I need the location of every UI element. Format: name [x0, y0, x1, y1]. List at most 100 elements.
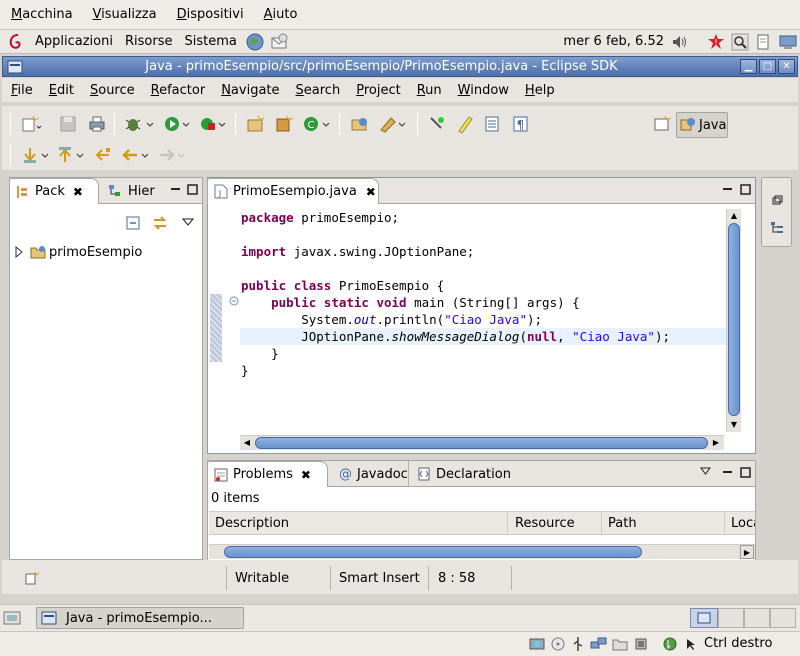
close-editor-tab-icon[interactable]: ✖ [366, 185, 376, 199]
next-annotation-icon[interactable] [20, 145, 52, 165]
debian-logo-icon[interactable] [8, 33, 26, 51]
minimize-problems-icon[interactable] [722, 467, 733, 478]
code-line[interactable] [241, 260, 670, 277]
code-line[interactable]: import javax.swing.JOptionPane; [241, 243, 670, 260]
scroll-left-icon[interactable]: ◀ [240, 436, 254, 450]
shared-folders-icon[interactable] [612, 636, 628, 652]
vertical-scroll-thumb[interactable] [728, 223, 740, 416]
forward-icon[interactable] [156, 145, 188, 165]
status-insert-mode[interactable]: Smart Insert [330, 566, 428, 590]
update-notifier-icon[interactable]: ! [707, 33, 725, 51]
minimize-button[interactable]: ▁ [740, 59, 757, 74]
show-desktop-icon[interactable] [3, 609, 21, 627]
editor-vertical-scrollbar[interactable]: ▲ ▼ [726, 209, 741, 432]
run-icon[interactable] [161, 114, 193, 134]
column-description[interactable]: Description [215, 516, 505, 531]
minimize-view-icon[interactable] [170, 184, 181, 195]
menu-run[interactable]: Run [409, 83, 450, 98]
back-icon[interactable] [120, 145, 152, 165]
tab-declaration[interactable]: Declaration [411, 461, 511, 487]
menu-project[interactable]: Project [348, 83, 409, 98]
network-adapter-icon[interactable] [590, 636, 608, 652]
panel-menu-sistema[interactable]: Sistema [178, 34, 242, 49]
code-line[interactable]: JOptionPane.showMessageDialog(null, "Cia… [241, 328, 670, 345]
tree-expand-icon[interactable] [14, 246, 24, 258]
external-tools-icon[interactable] [197, 114, 229, 134]
window-titlebar[interactable]: Java - primoEsempio/src/primoEsempio/Pri… [2, 56, 798, 77]
network-icon[interactable] [779, 33, 797, 51]
clipboard-icon[interactable] [755, 33, 773, 51]
show-whitespace-icon[interactable]: ¶ [510, 114, 532, 134]
panel-clock[interactable]: mer 6 feb, 6.52 [557, 34, 668, 49]
code-area[interactable]: package primoEsempio; import javax.swing.… [209, 209, 740, 432]
tree-item-project[interactable]: primoEsempio [14, 244, 142, 260]
column-location[interactable]: Loca [731, 516, 755, 531]
problems-scroll-right-icon[interactable]: ▶ [740, 545, 754, 559]
code-line[interactable]: public class PrimoEsempio { [241, 277, 670, 294]
workspace-1[interactable] [690, 608, 718, 628]
menu-edit[interactable]: Edit [41, 83, 82, 98]
scroll-up-icon[interactable]: ▲ [728, 209, 740, 222]
taskbar-window-button[interactable]: Java - primoEsempio... [36, 607, 244, 629]
tab-hierarchy[interactable]: Hier [102, 178, 162, 204]
tab-editor-file[interactable]: J PrimoEsempio.java ✖ [207, 178, 379, 204]
debug-icon[interactable] [123, 114, 155, 134]
last-edit-location-icon[interactable] [92, 145, 114, 165]
editor-horizontal-scrollbar[interactable]: ◀ ▶ [240, 435, 724, 450]
tab-problems[interactable]: Problems ✖ [207, 461, 328, 487]
minimize-editor-icon[interactable] [722, 184, 733, 195]
open-perspective-icon[interactable] [651, 114, 673, 134]
problems-scroll-thumb[interactable] [224, 546, 642, 558]
vbox-menu-aiuto[interactable]: Aiuto [253, 7, 307, 22]
hard-disk-icon[interactable] [528, 636, 546, 652]
close-problems-tab-icon[interactable]: ✖ [301, 468, 311, 482]
tab-package-explorer[interactable]: Pack ✖ [9, 178, 99, 204]
web-browser-icon[interactable] [246, 33, 264, 51]
volume-icon[interactable] [671, 33, 689, 51]
cd-drive-icon[interactable] [550, 636, 566, 652]
search-icon[interactable] [731, 33, 749, 51]
menu-file[interactable]: File [2, 83, 41, 98]
problems-view-menu-icon[interactable] [700, 466, 711, 477]
workspace-4[interactable] [770, 608, 796, 628]
menu-refactor[interactable]: Refactor [143, 83, 214, 98]
menu-navigate[interactable]: Navigate [213, 83, 287, 98]
column-resource[interactable]: Resource [515, 516, 600, 531]
print-icon[interactable] [86, 114, 108, 134]
panel-menu-applicazioni[interactable]: Applicazioni [29, 34, 119, 49]
usb-icon[interactable] [570, 636, 586, 652]
code-line[interactable]: System.out.println("Ciao Java"); [241, 311, 670, 328]
outline-icon[interactable] [769, 220, 785, 236]
toggle-bookmark-icon[interactable] [426, 114, 448, 134]
collapse-all-icon[interactable] [126, 216, 140, 230]
maximize-editor-icon[interactable] [740, 184, 751, 195]
restore-view-icon[interactable] [771, 194, 783, 206]
maximize-button[interactable]: □ [759, 59, 776, 74]
close-tab-icon[interactable]: ✖ [73, 185, 83, 199]
search-tool-icon[interactable] [377, 114, 409, 134]
scroll-right-icon[interactable]: ▶ [709, 436, 723, 450]
menu-source[interactable]: Source [82, 83, 143, 98]
code-line[interactable]: package primoEsempio; [241, 209, 670, 226]
host-key-arrow-icon[interactable] [684, 636, 700, 652]
fast-view-icon[interactable] [24, 570, 40, 586]
new-wizard-icon[interactable] [20, 114, 42, 134]
menu-help[interactable]: Help [517, 83, 563, 98]
code-line[interactable] [241, 226, 670, 243]
virtualization-icon[interactable] [633, 636, 649, 652]
vbox-menu-visualizza[interactable]: Visualizza [82, 7, 166, 22]
fold-collapse-icon[interactable] [229, 296, 239, 306]
new-java-project-icon[interactable] [245, 114, 267, 134]
horizontal-scroll-thumb[interactable] [255, 437, 708, 449]
workspace-2[interactable] [718, 608, 744, 628]
window-menu-icon[interactable] [7, 59, 23, 75]
previous-annotation-icon[interactable] [55, 145, 87, 165]
maximize-problems-icon[interactable] [740, 467, 751, 478]
tab-javadoc[interactable]: @ Javadoc [333, 461, 409, 487]
panel-menu-risorse[interactable]: Risorse [119, 34, 179, 49]
java-perspective-button[interactable]: Java [676, 112, 728, 138]
mouse-integration-icon[interactable] [662, 636, 678, 652]
code-line[interactable]: } [241, 345, 670, 362]
view-menu-icon[interactable] [182, 216, 194, 228]
maximize-view-icon[interactable] [187, 184, 198, 195]
